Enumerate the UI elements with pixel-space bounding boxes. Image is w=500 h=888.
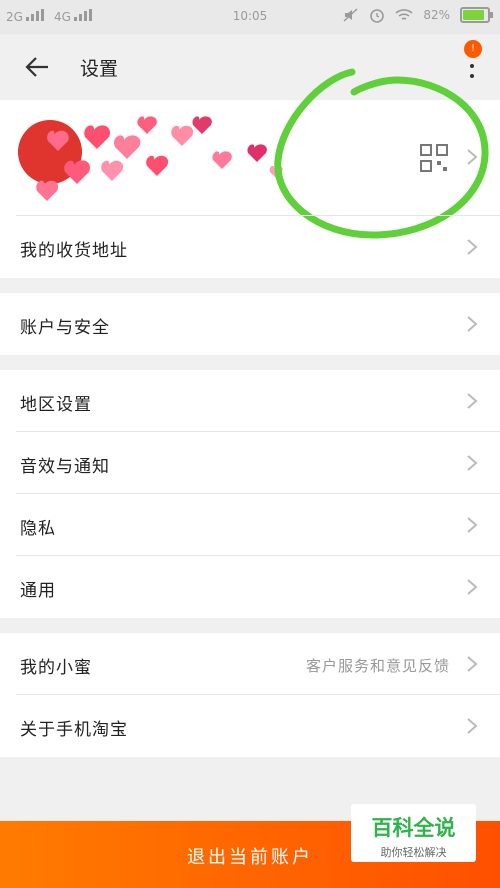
chevron-right-icon bbox=[467, 579, 478, 595]
profile-row[interactable] bbox=[0, 68, 500, 239]
privacy-row[interactable]: 隐私 bbox=[0, 494, 500, 556]
status-bar: 2G 4G 10:05 82% bbox=[0, 0, 500, 34]
address-row[interactable]: 我的收货地址 bbox=[0, 216, 500, 278]
back-arrow-icon[interactable] bbox=[20, 52, 56, 82]
wifi-icon bbox=[395, 9, 413, 20]
assistant-label: 我的小蜜 bbox=[20, 658, 92, 678]
chevron-right-icon bbox=[467, 656, 478, 672]
general-label: 通用 bbox=[20, 581, 56, 601]
page-title: 设置 bbox=[80, 58, 119, 80]
region-label: 地区设置 bbox=[20, 395, 92, 415]
chevron-right-icon bbox=[467, 517, 478, 533]
settings-group: 地区设置 音效与通知 隐私 通用 bbox=[0, 370, 500, 618]
watermark-title: 百科全说 bbox=[371, 816, 456, 840]
watermark-subtitle: 助你轻松解决 bbox=[380, 846, 447, 859]
privacy-label: 隐私 bbox=[20, 519, 56, 539]
about-label: 关于手机淘宝 bbox=[20, 720, 128, 740]
region-row[interactable]: 地区设置 bbox=[0, 370, 500, 432]
account-group: 账户与安全 bbox=[0, 293, 500, 355]
help-group: 我的小蜜 客户服务和意见反馈 关于手机淘宝 bbox=[0, 633, 500, 757]
assistant-row[interactable]: 我的小蜜 客户服务和意见反馈 bbox=[0, 633, 500, 695]
watermark-logo: 百科全说 助你轻松解决 bbox=[351, 804, 476, 862]
general-row[interactable]: 通用 bbox=[0, 556, 500, 618]
battery-icon bbox=[460, 7, 493, 23]
alarm-icon bbox=[370, 9, 385, 23]
chevron-right-icon bbox=[467, 718, 478, 734]
sound-notification-label: 音效与通知 bbox=[20, 457, 110, 477]
chevron-right-icon bbox=[467, 239, 478, 255]
about-row[interactable]: 关于手机淘宝 bbox=[0, 695, 500, 757]
address-label: 我的收货地址 bbox=[20, 241, 128, 261]
account-security-label: 账户与安全 bbox=[20, 318, 110, 338]
notification-badge: ! bbox=[464, 40, 482, 58]
chevron-right-icon bbox=[467, 393, 478, 409]
chevron-right-icon bbox=[467, 316, 478, 332]
profile-group: 我的收货地址 bbox=[0, 68, 500, 278]
assistant-sublabel: 客户服务和意见反馈 bbox=[305, 657, 450, 675]
battery-percent: 82% bbox=[423, 8, 450, 22]
chevron-right-icon bbox=[467, 455, 478, 471]
mute-icon bbox=[343, 8, 358, 22]
green-annotation-circle bbox=[274, 68, 489, 239]
sound-notification-row[interactable]: 音效与通知 bbox=[0, 432, 500, 494]
avatar bbox=[18, 116, 283, 201]
account-security-row[interactable]: 账户与安全 bbox=[0, 293, 500, 355]
